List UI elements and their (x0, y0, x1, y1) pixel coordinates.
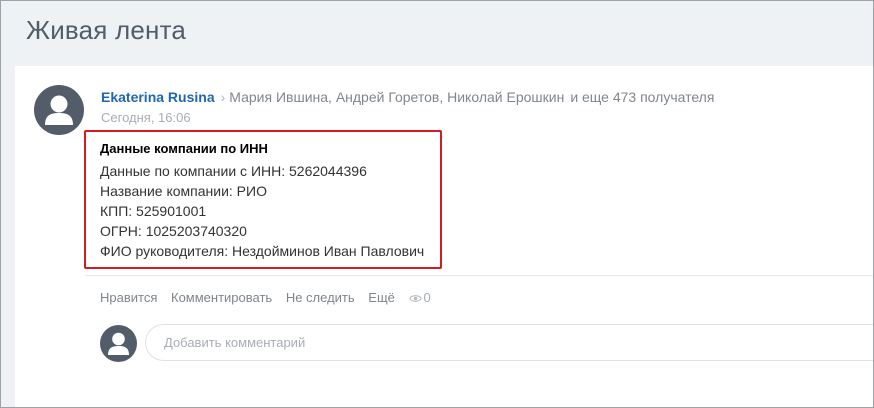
page-title: Живая лента (26, 15, 187, 45)
like-button[interactable]: Нравится (100, 290, 157, 305)
company-info-box: Данные компании по ИНН Данные по компани… (84, 130, 442, 269)
comment-button[interactable]: Комментировать (171, 290, 272, 305)
chevron-right-icon: › (220, 89, 226, 105)
info-line-kpp: КПП: 525901001 (100, 203, 207, 219)
eye-icon (408, 295, 422, 302)
feed-window: Живая лента Ekaterina Rusina › Мария Ившин… (0, 0, 874, 408)
post-date[interactable]: Сегодня, 16:06 (101, 110, 191, 125)
post-header: Ekaterina Rusina › Мария Ившина, Андрей Го… (101, 89, 714, 105)
post-actions: Нравится Комментировать Не следить Ещё 0 (100, 290, 451, 305)
info-line-company-name: Название компании: РИО (100, 183, 267, 199)
more-recipients-link[interactable]: и еще 473 получателя (570, 89, 714, 105)
post-card: Ekaterina Rusina › Мария Ившина, Андрей Го… (15, 66, 873, 407)
recipients-list[interactable]: Мария Ившина, Андрей Горетов, Николай Ер… (229, 89, 564, 105)
views-counter: 0 (408, 290, 441, 305)
current-user-avatar (100, 325, 137, 362)
author-avatar[interactable] (34, 85, 84, 135)
info-title: Данные компании по ИНН (100, 141, 268, 156)
user-icon (45, 95, 73, 125)
unfollow-button[interactable]: Не следить (286, 290, 355, 305)
info-line-director: ФИО руководителя: Нездойминов Иван Павло… (100, 243, 425, 259)
info-line-inn: Данные по компании с ИНН: 5262044396 (100, 163, 367, 179)
divider (85, 275, 873, 276)
info-line-ogrn: ОГРН: 1025203740320 (100, 223, 247, 239)
user-icon (108, 332, 129, 355)
author-name-link[interactable]: Ekaterina Rusina (101, 89, 215, 105)
comment-input[interactable] (145, 324, 873, 361)
more-button[interactable]: Ещё (368, 290, 395, 305)
views-count: 0 (423, 290, 431, 305)
